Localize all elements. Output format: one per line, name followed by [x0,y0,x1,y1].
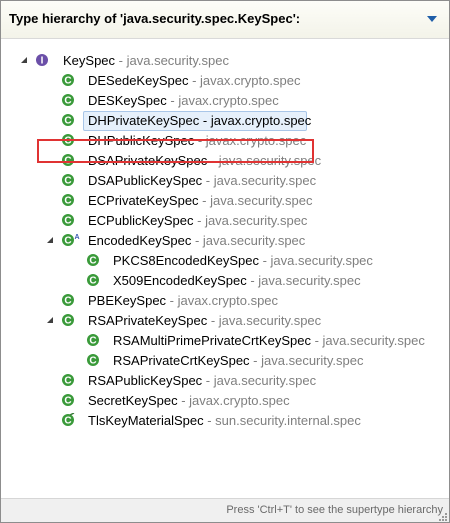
svg-text:C: C [64,116,71,127]
title-separator [1,38,449,39]
tree-item-encodedkeyspec[interactable]: C A EncodedKeySpec - java.security.spec [1,231,449,251]
tree-item-rsaprivatecrtkeyspec[interactable]: C RSAPrivateCrtKeySpec - java.security.s… [1,351,449,371]
tree-item-pkcs8encodedkeyspec[interactable]: C PKCS8EncodedKeySpec - java.security.sp… [1,251,449,271]
class-icon: C [62,374,74,387]
class-icon: C [62,314,74,327]
svg-text:C: C [64,176,71,187]
tree-item-label: TlsKeyMaterialSpec - sun.security.intern… [88,413,361,428]
tree-item-ecprivatekeyspec[interactable]: C ECPrivateKeySpec - java.security.spec [1,191,449,211]
deprecated-class-icon: C [62,413,75,427]
svg-text:C: C [64,196,71,207]
interface-icon: I [36,54,48,67]
title-bar: Type hierarchy of 'java.security.spec.Ke… [1,1,449,38]
class-icon: C [62,114,74,127]
view-menu-icon[interactable] [425,14,439,24]
tree-item-label: KeySpec - java.security.spec [63,53,229,68]
class-icon: C [87,274,99,287]
expanded-arrow-icon[interactable] [45,315,55,325]
tree-item-pbekeyspec[interactable]: C PBEKeySpec - javax.crypto.spec [1,291,449,311]
class-icon: C [62,174,74,187]
class-icon: C [87,354,99,367]
svg-text:C: C [64,236,71,247]
class-icon: C [87,334,99,347]
svg-text:C: C [64,396,71,407]
expanded-arrow-icon[interactable] [45,235,55,245]
svg-text:C: C [89,276,96,287]
svg-text:A: A [74,234,79,241]
tree-item-label: DESedeKeySpec - javax.crypto.spec [88,73,301,88]
tree-item-label: DSAPublicKeySpec - java.security.spec [88,173,317,188]
tree-item-tlskeymaterialspec[interactable]: C TlsKeyMaterialSpec - sun.security.inte… [1,411,449,431]
tree-item-label: X509EncodedKeySpec - java.security.spec [113,273,361,288]
status-hint: Press 'Ctrl+T' to see the supertype hier… [226,504,443,516]
tree-item-desedekeyspec[interactable]: C DESedeKeySpec - javax.crypto.spec [1,71,449,91]
tree-item-label: PKCS8EncodedKeySpec - java.security.spec [113,253,373,268]
tree-item-label: ECPrivateKeySpec - java.security.spec [88,193,313,208]
svg-text:C: C [89,356,96,367]
class-icon: C [62,294,74,307]
svg-text:C: C [89,336,96,347]
tree-item-x509encodedkeyspec[interactable]: C X509EncodedKeySpec - java.security.spe… [1,271,449,291]
svg-text:C: C [89,256,96,267]
svg-text:C: C [64,76,71,87]
expanded-arrow-icon[interactable] [19,55,29,65]
status-bar: Press 'Ctrl+T' to see the supertype hier… [1,498,449,522]
tree-item-label: RSAPrivateCrtKeySpec - java.security.spe… [113,353,364,368]
class-icon: C [62,394,74,407]
class-icon: C [87,254,99,267]
popup-title: Type hierarchy of 'java.security.spec.Ke… [9,11,301,26]
tree-item-keyspec[interactable]: I KeySpec - java.security.spec [1,51,449,71]
class-icon: C [62,214,74,227]
class-icon: C [62,74,74,87]
tree-item-dhprivatekeyspec[interactable]: C DHPrivateKeySpec - javax.crypto.spec [1,111,449,131]
tree-item-rsapublickeyspec[interactable]: C RSAPublicKeySpec - java.security.spec [1,371,449,391]
svg-text:C: C [64,216,71,227]
svg-text:I: I [41,56,44,67]
tree-item-label: DHPrivateKeySpec - javax.crypto.spec [88,113,312,128]
tree-item-label: DESKeySpec - javax.crypto.spec [88,93,279,108]
red-highlight-box [37,139,314,163]
svg-text:C: C [64,376,71,387]
tree-item-label: PBEKeySpec - javax.crypto.spec [88,293,279,308]
tree-item-secretkeyspec[interactable]: C SecretKeySpec - javax.crypto.spec [1,391,449,411]
svg-text:C: C [64,416,71,427]
tree-item-label: EncodedKeySpec - java.security.spec [88,233,306,248]
tree-item-label: RSAMultiPrimePrivateCrtKeySpec - java.se… [113,333,425,348]
tree-item-label: SecretKeySpec - javax.crypto.spec [88,393,290,408]
svg-text:C: C [64,96,71,107]
resize-grip-icon[interactable] [438,512,448,522]
tree-item-label: RSAPrivateKeySpec - java.security.spec [88,313,322,328]
type-hierarchy-popup: Type hierarchy of 'java.security.spec.Ke… [0,0,450,523]
tree-item-rsamultiprimeprivatecrtkeyspec[interactable]: C RSAMultiPrimePrivateCrtKeySpec - java.… [1,331,449,351]
svg-text:C: C [64,316,71,327]
tree-item-deskeyspec[interactable]: C DESKeySpec - javax.crypto.spec [1,91,449,111]
tree-item-rsaprivatekeyspec[interactable]: C RSAPrivateKeySpec - java.security.spec [1,311,449,331]
class-icon: C [62,94,74,107]
tree-item-label: ECPublicKeySpec - java.security.spec [88,213,308,228]
tree-item-label: RSAPublicKeySpec - java.security.spec [88,373,317,388]
abstract-class-icon: C A [62,234,80,247]
class-icon: C [62,194,74,207]
tree-item-dsapublickeyspec[interactable]: C DSAPublicKeySpec - java.security.spec [1,171,449,191]
svg-text:C: C [64,296,71,307]
tree-item-ecpublickeyspec[interactable]: C ECPublicKeySpec - java.security.spec [1,211,449,231]
